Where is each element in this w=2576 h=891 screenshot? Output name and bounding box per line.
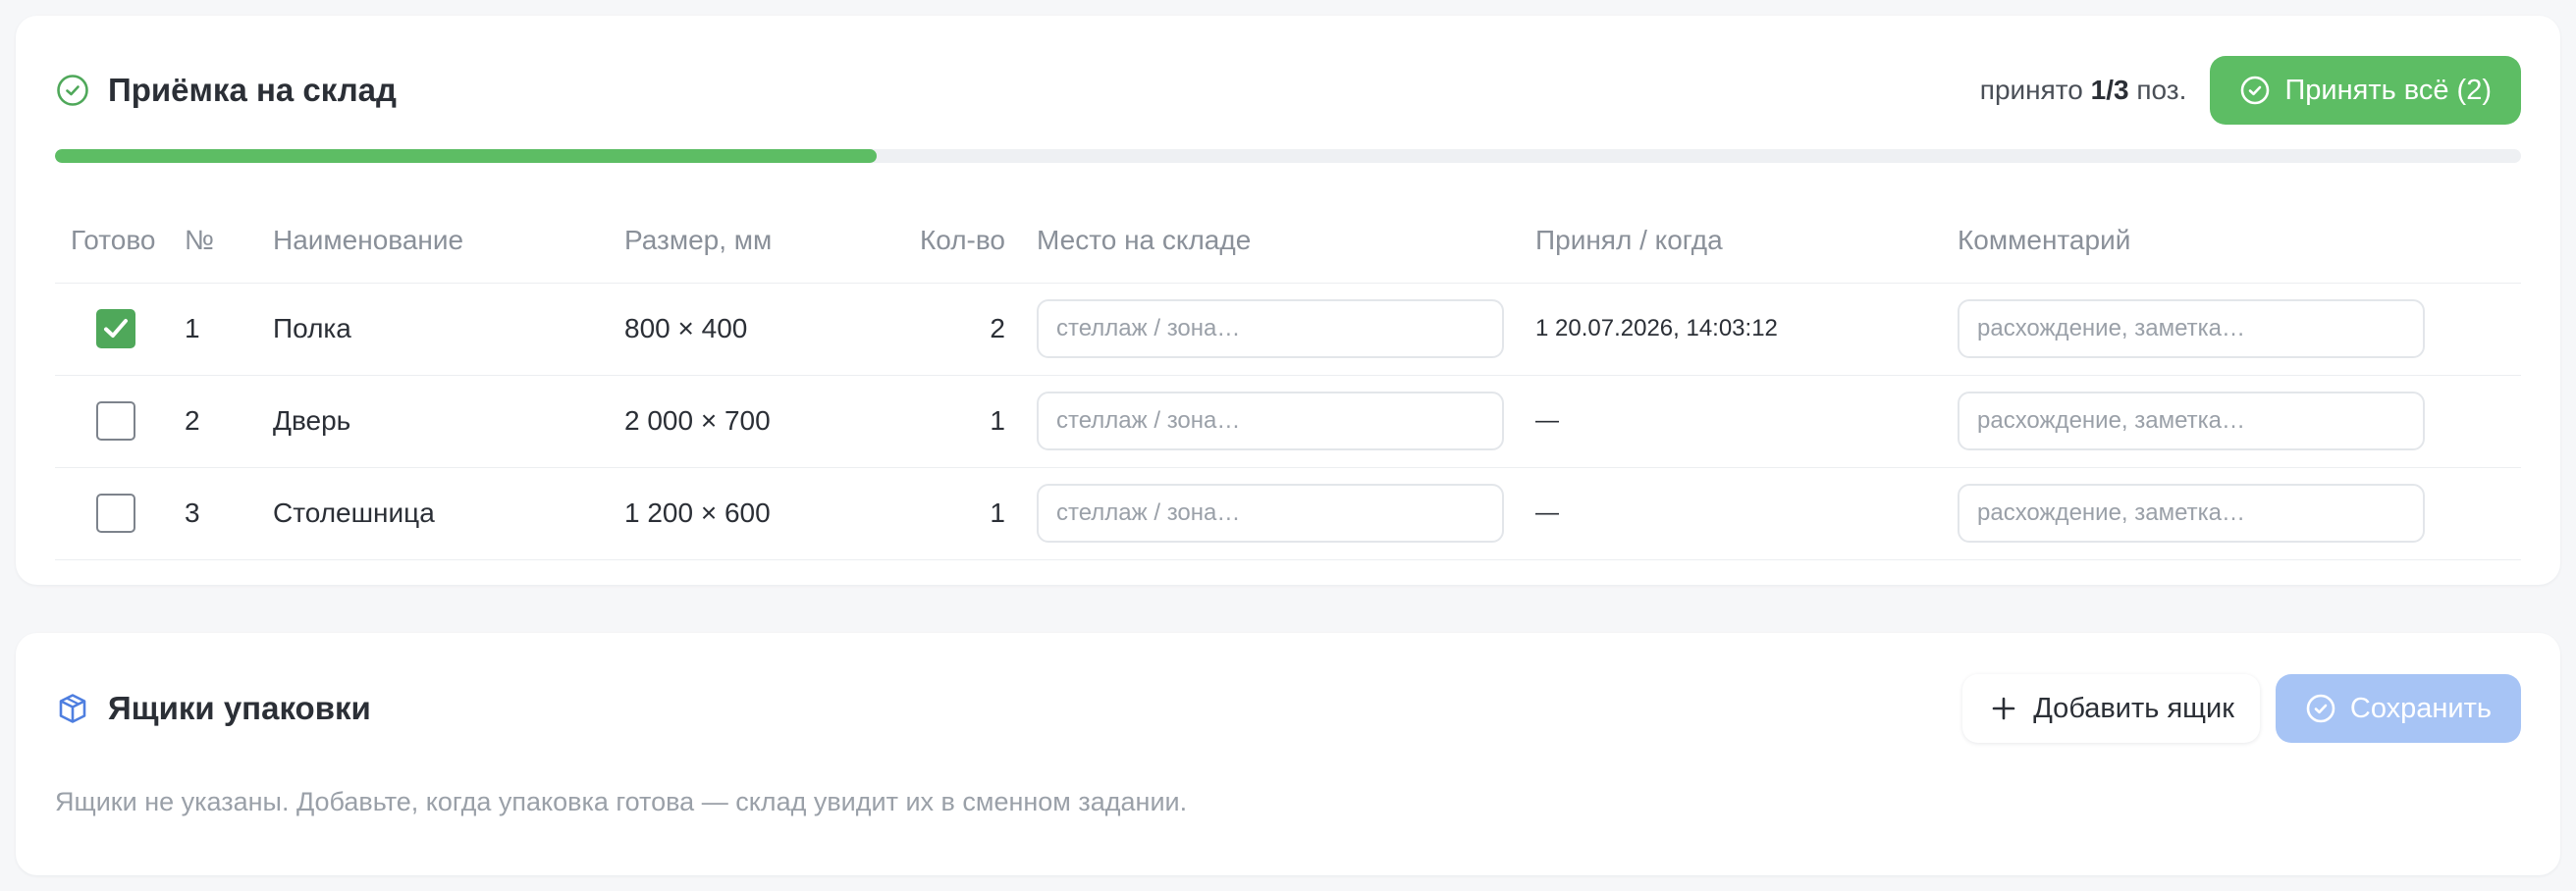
- table-row: 2 Дверь 2 000 × 700 1 —: [55, 375, 2521, 468]
- reception-header-right: принято 1/3 поз. Принять всё (2): [1980, 56, 2521, 125]
- save-button[interactable]: Сохранить: [2275, 674, 2521, 743]
- table-header-row: Готово № Наименование Размер, мм Кол-во …: [55, 198, 2521, 284]
- add-box-button[interactable]: Добавить ящик: [1962, 674, 2260, 743]
- row-num: 2: [177, 375, 273, 468]
- reception-table: Готово № Наименование Размер, мм Кол-во …: [55, 198, 2521, 560]
- boxes-title-wrap: Ящики упаковки: [55, 690, 371, 727]
- row-num: 3: [177, 467, 273, 560]
- row-who: 1 20.07.2026, 14:03:12: [1535, 283, 1958, 376]
- row-name: Столешница: [273, 467, 624, 560]
- column-header-done: Готово: [55, 198, 177, 284]
- place-cell: [1037, 283, 1535, 376]
- row-qty: 2: [911, 283, 1037, 376]
- boxes-title: Ящики упаковки: [108, 690, 371, 726]
- package-icon: [55, 691, 90, 726]
- save-label: Сохранить: [2349, 692, 2492, 724]
- column-header-comment: Комментарий: [1958, 198, 2521, 284]
- boxes-card: Ящики упаковки Добавить ящик Сохранить Я…: [16, 633, 2560, 875]
- table-row: 3 Столешница 1 200 × 600 1 —: [55, 467, 2521, 560]
- reception-header: Приёмка на склад принято 1/3 поз. Принят…: [55, 53, 2521, 128]
- done-cell: [55, 375, 177, 468]
- reception-card: Приёмка на склад принято 1/3 поз. Принят…: [16, 16, 2560, 585]
- boxes-empty-text: Ящики не указаны. Добавьте, когда упаков…: [55, 787, 1188, 816]
- comment-cell: [1958, 375, 2521, 468]
- row-who: —: [1535, 375, 1958, 468]
- row-done-checkbox[interactable]: [96, 309, 135, 348]
- boxes-header: Ящики упаковки Добавить ящик Сохранить: [55, 671, 2521, 746]
- row-done-checkbox[interactable]: [96, 494, 135, 533]
- row-qty: 1: [911, 375, 1037, 468]
- accept-all-label: Принять всё (2): [2284, 74, 2492, 106]
- check-circle-icon: [2305, 693, 2336, 724]
- plus-icon: [1988, 693, 2019, 724]
- accept-all-button[interactable]: Принять всё (2): [2210, 56, 2521, 125]
- comment-input[interactable]: [1958, 484, 2425, 543]
- column-header-who: Принял / когда: [1535, 198, 1958, 284]
- accepted-count: принято 1/3 поз.: [1980, 75, 2187, 106]
- comment-cell: [1958, 467, 2521, 560]
- column-header-size: Размер, мм: [624, 198, 911, 284]
- done-cell: [55, 467, 177, 560]
- place-input[interactable]: [1037, 392, 1504, 450]
- done-cell: [55, 283, 177, 376]
- place-cell: [1037, 375, 1535, 468]
- comment-input[interactable]: [1958, 392, 2425, 450]
- column-header-qty: Кол-во: [911, 198, 1037, 284]
- place-input[interactable]: [1037, 484, 1504, 543]
- reception-progress-fill: [55, 149, 878, 163]
- row-done-checkbox[interactable]: [96, 401, 135, 441]
- row-size: 2 000 × 700: [624, 375, 911, 468]
- check-circle-icon: [55, 73, 90, 108]
- checkmark-icon: [104, 319, 128, 338]
- column-header-num: №: [177, 198, 273, 284]
- reception-progress-bar: [55, 149, 2521, 163]
- check-circle-icon: [2239, 75, 2271, 106]
- place-cell: [1037, 467, 1535, 560]
- accepted-value: 1/3: [2090, 75, 2129, 105]
- row-qty: 1: [911, 467, 1037, 560]
- row-name: Полка: [273, 283, 624, 376]
- add-box-label: Добавить ящик: [2033, 692, 2234, 724]
- column-header-name: Наименование: [273, 198, 624, 284]
- table-row: 1 Полка 800 × 400 2 1 20.07.2026, 14:03:…: [55, 283, 2521, 376]
- row-size: 800 × 400: [624, 283, 911, 376]
- boxes-header-right: Добавить ящик Сохранить: [1962, 674, 2521, 743]
- column-header-place: Место на складе: [1037, 198, 1535, 284]
- reception-title: Приёмка на склад: [108, 72, 397, 108]
- reception-title-wrap: Приёмка на склад: [55, 72, 397, 109]
- row-name: Дверь: [273, 375, 624, 468]
- row-who: —: [1535, 467, 1958, 560]
- accepted-suffix: поз.: [2128, 75, 2187, 105]
- row-size: 1 200 × 600: [624, 467, 911, 560]
- comment-input[interactable]: [1958, 299, 2425, 358]
- comment-cell: [1958, 283, 2521, 376]
- row-num: 1: [177, 283, 273, 376]
- accepted-prefix: принято: [1979, 75, 2091, 105]
- place-input[interactable]: [1037, 299, 1504, 358]
